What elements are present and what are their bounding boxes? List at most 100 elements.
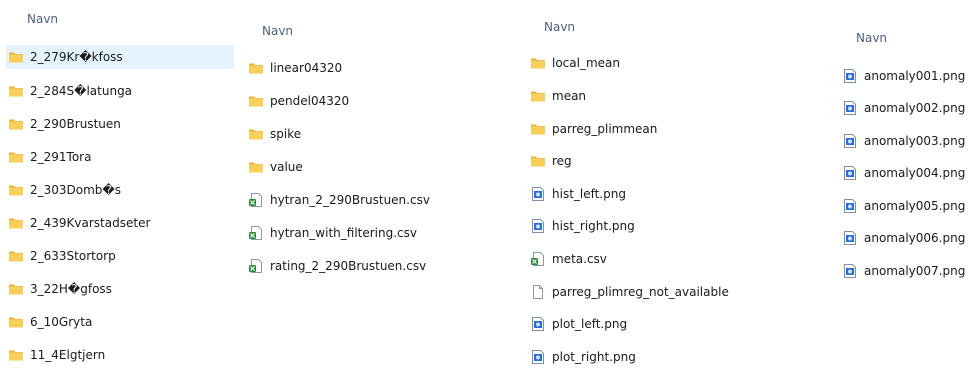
file-item[interactable]: rating_2_290Brustuen.csv: [246, 254, 486, 278]
item-label: 2_633Stortorp: [30, 249, 116, 263]
folder-item[interactable]: 11_4Elgtjern: [6, 343, 234, 367]
item-label: 2_303Domb�s: [30, 183, 121, 197]
csv-file-icon: [248, 192, 264, 208]
item-label: plot_left.png: [552, 317, 628, 331]
item-label: anomaly005.png: [864, 199, 966, 213]
item-label: meta.csv: [552, 252, 607, 266]
folder-icon: [8, 281, 24, 297]
file-item[interactable]: parreg_plimreg_not_available: [528, 280, 778, 304]
item-label: spike: [270, 127, 302, 141]
folder-icon: [8, 116, 24, 132]
folder-icon: [530, 153, 546, 169]
png-file-icon: [842, 230, 858, 246]
png-file-icon: [842, 133, 858, 149]
folder-item[interactable]: 2_303Domb�s: [6, 178, 234, 202]
folder-icon: [248, 126, 264, 142]
folder-icon: [8, 215, 24, 231]
item-label: parreg_plimmean: [552, 122, 658, 136]
item-label: 2_291Tora: [30, 150, 92, 164]
item-label: anomaly003.png: [864, 134, 966, 148]
folder-icon: [8, 248, 24, 264]
column-header-name[interactable]: Navn: [27, 12, 58, 26]
item-label: mean: [552, 89, 587, 103]
item-label: 2_290Brustuen: [30, 117, 121, 131]
item-label: value: [270, 160, 303, 174]
file-item[interactable]: anomaly006.png: [840, 226, 966, 250]
folder-icon: [530, 88, 546, 104]
folder-item[interactable]: linear04320: [246, 56, 486, 80]
png-file-icon: [530, 218, 546, 234]
folder-item[interactable]: parreg_plimmean: [528, 117, 778, 141]
item-label: hytran_with_filtering.csv: [270, 226, 417, 240]
file-item[interactable]: anomaly007.png: [840, 259, 966, 283]
column-header-name[interactable]: Navn: [262, 24, 293, 38]
item-label: hytran_2_290Brustuen.csv: [270, 193, 430, 207]
folder-item[interactable]: 2_439Kvarstadseter: [6, 211, 234, 235]
file-item[interactable]: meta.csv: [528, 247, 778, 271]
file-item[interactable]: anomaly005.png: [840, 194, 966, 218]
png-file-icon: [530, 349, 546, 365]
item-label: pendel04320: [270, 94, 350, 108]
column-header-name[interactable]: Navn: [856, 31, 887, 45]
png-file-icon: [842, 68, 858, 84]
png-file-icon: [842, 165, 858, 181]
item-label: linear04320: [270, 61, 343, 75]
folder-icon: [8, 149, 24, 165]
folder-item[interactable]: local_mean: [528, 51, 778, 75]
folder-item[interactable]: value: [246, 155, 486, 179]
item-label: reg: [552, 154, 572, 168]
item-label: 11_4Elgtjern: [30, 348, 106, 362]
folder-item[interactable]: 2_279Kr�kfoss: [6, 45, 234, 69]
folder-icon: [8, 347, 24, 363]
folder-icon: [8, 83, 24, 99]
blank-file-icon: [530, 284, 546, 300]
file-item[interactable]: anomaly002.png: [840, 96, 966, 120]
item-label: 2_439Kvarstadseter: [30, 216, 151, 230]
file-item[interactable]: hist_left.png: [528, 182, 778, 206]
folder-icon: [248, 60, 264, 76]
folder-item[interactable]: 3_22H�gfoss: [6, 277, 234, 301]
folder-icon: [8, 49, 24, 65]
folder-item[interactable]: 2_291Tora: [6, 145, 234, 169]
file-item[interactable]: anomaly001.png: [840, 64, 966, 88]
item-label: plot_right.png: [552, 350, 636, 364]
item-label: 2_284S�latunga: [30, 84, 133, 98]
png-file-icon: [530, 316, 546, 332]
csv-file-icon: [530, 251, 546, 267]
csv-file-icon: [248, 225, 264, 241]
folder-icon: [530, 55, 546, 71]
folder-item[interactable]: reg: [528, 149, 778, 173]
folder-item[interactable]: 2_284S�latunga: [6, 79, 234, 103]
folder-item[interactable]: 2_290Brustuen: [6, 112, 234, 136]
file-item[interactable]: plot_left.png: [528, 312, 778, 336]
file-item[interactable]: anomaly003.png: [840, 129, 966, 153]
item-label: 6_10Gryta: [30, 315, 93, 329]
item-label: 3_22H�gfoss: [30, 282, 112, 296]
file-item[interactable]: hist_right.png: [528, 214, 778, 238]
item-label: hist_left.png: [552, 187, 626, 201]
item-label: parreg_plimreg_not_available: [552, 285, 729, 299]
item-label: anomaly006.png: [864, 231, 966, 245]
file-item[interactable]: hytran_with_filtering.csv: [246, 221, 486, 245]
png-file-icon: [842, 263, 858, 279]
png-file-icon: [842, 100, 858, 116]
folder-icon: [248, 93, 264, 109]
folder-item[interactable]: 6_10Gryta: [6, 310, 234, 334]
folder-icon: [8, 182, 24, 198]
file-item[interactable]: anomaly004.png: [840, 161, 966, 185]
item-label: hist_right.png: [552, 219, 635, 233]
item-label: local_mean: [552, 56, 620, 70]
folder-item[interactable]: spike: [246, 122, 486, 146]
folder-item[interactable]: mean: [528, 84, 778, 108]
png-file-icon: [530, 186, 546, 202]
folder-icon: [530, 121, 546, 137]
item-label: anomaly007.png: [864, 264, 966, 278]
column-header-name[interactable]: Navn: [544, 20, 575, 34]
folder-item[interactable]: pendel04320: [246, 89, 486, 113]
file-item[interactable]: plot_right.png: [528, 345, 778, 369]
file-item[interactable]: hytran_2_290Brustuen.csv: [246, 188, 486, 212]
png-file-icon: [842, 198, 858, 214]
item-label: anomaly004.png: [864, 166, 966, 180]
item-label: rating_2_290Brustuen.csv: [270, 259, 427, 273]
folder-item[interactable]: 2_633Stortorp: [6, 244, 234, 268]
